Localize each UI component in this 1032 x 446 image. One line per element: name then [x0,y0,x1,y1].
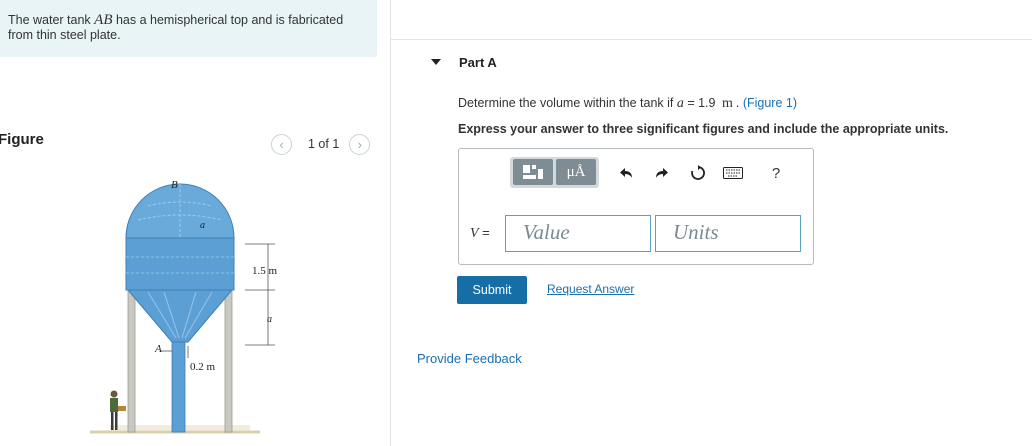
label-dim-a-side: a [267,314,272,325]
label-point-a: A [154,343,162,355]
tank-figure: B a 1.5 m a A 0.2 m [30,170,350,446]
problem-symbol: AB [94,12,113,28]
undo-glyph [620,168,632,178]
question-text: Determine the volume within the tank if … [458,96,797,112]
chevron-left-icon[interactable]: ‹ [271,133,292,155]
label-dim-height: 1.5 m [252,265,278,277]
tank-cone [126,289,234,343]
keyboard-icon[interactable] [723,163,743,183]
problem-statement: The water tank AB has a hemispherical to… [0,0,377,57]
pager-text: 1 of 1 [308,137,340,151]
answer-instruction: Express your answer to three significant… [458,122,949,136]
provide-feedback-link[interactable]: Provide Feedback [417,351,522,366]
caret-down-icon[interactable] [431,59,441,65]
templates-glyph [523,165,543,179]
figure-link[interactable]: (Figure 1) [743,96,797,110]
answer-equals: = [478,225,490,240]
value-input[interactable]: Value [505,215,651,252]
toolbar-format-group: μÅ [510,157,599,188]
reset-icon[interactable] [688,163,708,183]
answer-box: μÅ ? V = Value Units [458,148,814,265]
figure-heading: Figure [0,131,44,148]
units-input[interactable]: Units [655,215,801,252]
tank-illustration: B a 1.5 m a A 0.2 m [90,179,278,434]
help-icon[interactable]: ? [766,163,786,183]
person-figure [110,390,126,430]
question-var: a [676,96,684,111]
label-dim-a-top: a [200,220,205,231]
submit-button[interactable]: Submit [457,276,527,304]
chevron-right-icon[interactable]: › [349,133,371,155]
outlet-pipe [171,339,186,433]
label-dim-pipe: 0.2 m [190,361,216,373]
tank-cylinder [125,237,235,291]
figure-pager: ‹ 1 of 1 › [271,133,371,155]
request-answer-link[interactable]: Request Answer [547,282,634,296]
part-separator [391,39,1032,40]
redo-icon[interactable] [651,163,671,183]
equation-label: V = [470,225,490,242]
problem-text: The water tank AB has a hemispherical to… [8,13,369,43]
reset-glyph [691,165,705,180]
redo-glyph [656,168,668,178]
label-point-b: B [171,179,178,191]
answer-var: V [470,226,479,241]
part-title[interactable]: Part A [459,55,497,70]
question-unit: m [721,96,733,111]
question-prefix: Determine the volume within the tank if [458,96,677,110]
units-button[interactable]: μÅ [556,159,596,185]
question-sep: . [735,96,740,110]
undo-icon[interactable] [617,163,637,183]
problem-prefix: The water tank [8,13,95,27]
templates-icon[interactable] [513,159,553,185]
question-eq: = 1.9 [683,96,719,110]
keyboard-glyph [723,167,743,179]
column-divider [390,0,391,446]
